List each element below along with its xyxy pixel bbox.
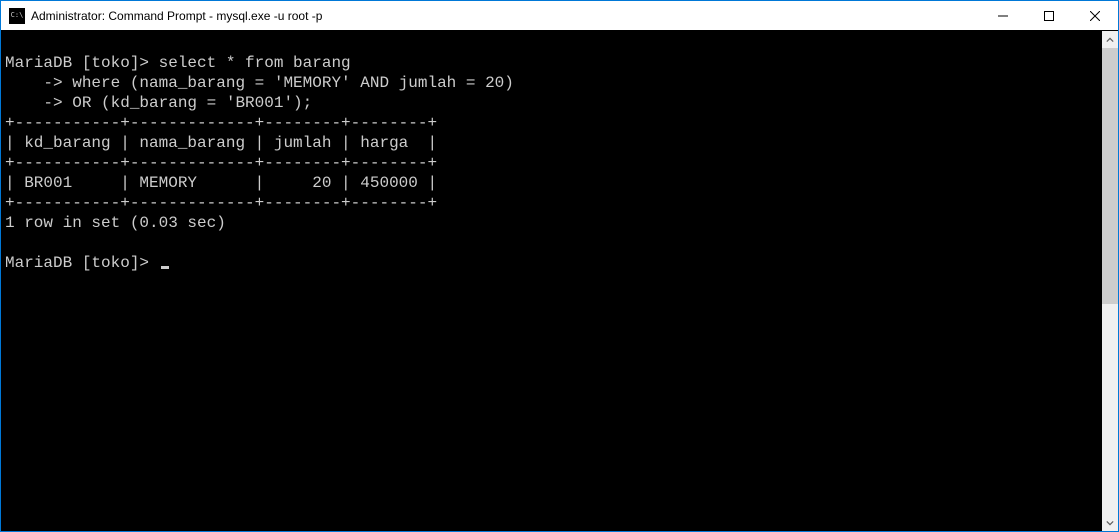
terminal-line: +-----------+-------------+--------+----…	[5, 154, 437, 172]
chevron-down-icon	[1106, 519, 1114, 527]
scroll-down-button[interactable]	[1102, 514, 1118, 531]
chevron-up-icon	[1106, 36, 1114, 44]
scroll-track[interactable]	[1102, 48, 1118, 514]
cursor	[161, 266, 169, 269]
terminal-line: -> where (nama_barang = 'MEMORY' AND jum…	[5, 74, 514, 92]
client-area: MariaDB [toko]> select * from barang -> …	[1, 31, 1118, 531]
close-icon	[1090, 11, 1100, 21]
scroll-up-button[interactable]	[1102, 31, 1118, 48]
maximize-button[interactable]	[1026, 1, 1072, 30]
minimize-icon	[998, 11, 1008, 21]
terminal-line: MariaDB [toko]> select * from barang	[5, 54, 351, 72]
terminal-line: +-----------+-------------+--------+----…	[5, 194, 437, 212]
terminal-line: | BR001 | MEMORY | 20 | 450000 |	[5, 174, 437, 192]
scroll-thumb[interactable]	[1102, 48, 1118, 304]
terminal-prompt: MariaDB [toko]>	[5, 254, 159, 272]
close-button[interactable]	[1072, 1, 1118, 30]
terminal-line: 1 row in set (0.03 sec)	[5, 214, 226, 232]
window: C:\ Administrator: Command Prompt - mysq…	[1, 1, 1118, 531]
terminal-line: | kd_barang | nama_barang | jumlah | har…	[5, 134, 437, 152]
titlebar[interactable]: C:\ Administrator: Command Prompt - mysq…	[1, 1, 1118, 31]
maximize-icon	[1044, 11, 1054, 21]
vertical-scrollbar[interactable]	[1102, 31, 1118, 531]
minimize-button[interactable]	[980, 1, 1026, 30]
window-controls	[980, 1, 1118, 30]
terminal-line: +-----------+-------------+--------+----…	[5, 114, 437, 132]
terminal-line: -> OR (kd_barang = 'BR001');	[5, 94, 312, 112]
cmd-icon: C:\	[9, 8, 25, 24]
window-title: Administrator: Command Prompt - mysql.ex…	[31, 9, 980, 23]
terminal-output[interactable]: MariaDB [toko]> select * from barang -> …	[1, 31, 1102, 531]
